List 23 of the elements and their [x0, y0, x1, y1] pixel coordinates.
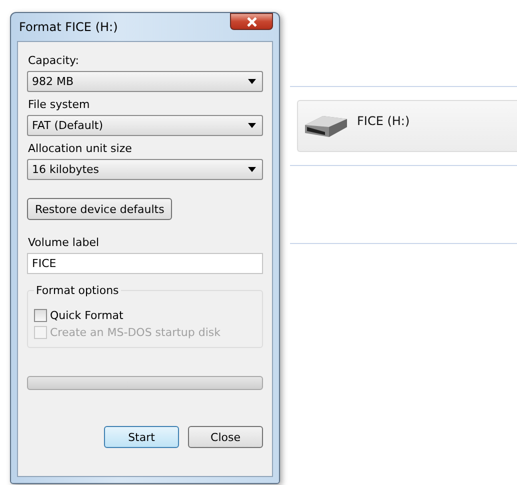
dropdown-arrow-icon: [248, 79, 256, 84]
dropdown-arrow-icon: [248, 123, 256, 128]
drive-name: FICE (H:): [357, 114, 410, 128]
close-icon: [246, 16, 258, 26]
dropdown[interactable]: FAT (Default): [27, 115, 263, 136]
checkbox-label: Create an MS-DOS startup disk: [50, 326, 221, 339]
drive-tile[interactable]: FICE (H:): [297, 100, 517, 152]
dialog-button[interactable]: Start: [104, 426, 179, 448]
checkbox[interactable]: [34, 309, 47, 322]
field-label: Capacity:: [28, 54, 80, 67]
window-title: Format FICE (H:): [18, 20, 118, 34]
dropdown[interactable]: 16 kilobytes: [27, 159, 263, 180]
dropdown-arrow-icon: [248, 167, 256, 172]
dialog-button[interactable]: Close: [188, 426, 263, 448]
close-button[interactable]: [230, 13, 273, 30]
field-label: Allocation unit size: [28, 142, 133, 155]
restore-defaults-button[interactable]: Restore device defaults: [27, 198, 172, 220]
dropdown[interactable]: 982 MB: [27, 71, 263, 92]
field-label: Volume label: [28, 236, 100, 249]
checkbox-label: Quick Format: [50, 309, 124, 322]
field-label: File system: [28, 98, 91, 111]
volume-label-field[interactable]: FICE: [27, 253, 263, 274]
group-title: Format options: [34, 284, 121, 297]
